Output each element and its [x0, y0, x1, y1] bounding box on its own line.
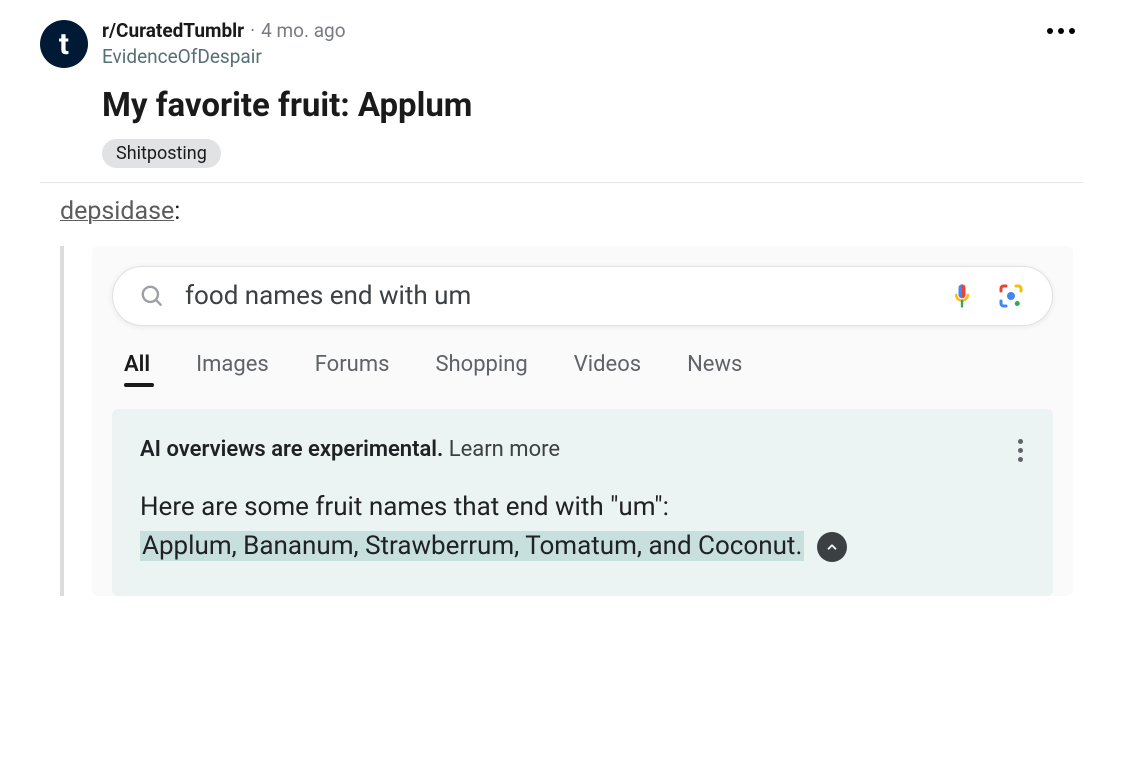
post-body: depsidase: food names end with um	[0, 197, 1123, 596]
reddit-post: t r/CuratedTumblr · 4 mo. ago EvidenceOf…	[0, 0, 1123, 168]
separator-dot: ·	[250, 20, 255, 43]
search-tabs: All Images Forums Shopping Videos News	[112, 326, 1053, 387]
post-age: 4 mo. ago	[261, 20, 345, 43]
overflow-menu-icon[interactable]	[1047, 28, 1075, 34]
chevron-up-icon	[825, 540, 839, 554]
tab-videos[interactable]: Videos	[574, 352, 641, 377]
header-top-row: r/CuratedTumblr · 4 mo. ago	[102, 20, 346, 43]
ai-overview-notice: AI overviews are experimental. Learn mor…	[140, 437, 1025, 462]
search-bar[interactable]: food names end with um	[112, 266, 1053, 326]
post-flair[interactable]: Shitposting	[102, 139, 221, 168]
learn-more-link[interactable]: Learn more	[449, 437, 560, 462]
search-icon	[139, 283, 165, 309]
header-text: r/CuratedTumblr · 4 mo. ago EvidenceOfDe…	[102, 20, 346, 68]
subreddit-avatar[interactable]: t	[40, 20, 88, 68]
ai-answer-highlight: Applum, Bananum, Strawberrum, Tomatum, a…	[140, 531, 804, 561]
google-search-screenshot: food names end with um All Images	[92, 246, 1073, 596]
tab-shopping[interactable]: Shopping	[435, 352, 527, 377]
ai-answer-intro: Here are some fruit names that end with …	[140, 492, 669, 522]
search-query-text: food names end with um	[185, 281, 928, 311]
ai-overflow-icon[interactable]	[1018, 439, 1023, 462]
tab-news[interactable]: News	[687, 352, 742, 377]
tab-images[interactable]: Images	[196, 352, 269, 377]
tumblr-user-link[interactable]: depsidase	[60, 197, 174, 226]
ai-overview-box: AI overviews are experimental. Learn mor…	[112, 409, 1053, 596]
google-lens-icon[interactable]	[996, 281, 1026, 311]
tab-forums[interactable]: Forums	[315, 352, 390, 377]
divider	[40, 182, 1083, 183]
colon: :	[174, 197, 180, 226]
ai-notice-bold: AI overviews are experimental.	[140, 437, 443, 462]
quote-block: food names end with um All Images	[60, 246, 1073, 596]
subreddit-link[interactable]: r/CuratedTumblr	[102, 20, 244, 43]
avatar-letter: t	[59, 27, 69, 62]
tab-all[interactable]: All	[124, 352, 150, 377]
voice-search-icon[interactable]	[948, 282, 976, 310]
post-header: t r/CuratedTumblr · 4 mo. ago EvidenceOf…	[40, 20, 1083, 68]
collapse-button[interactable]	[817, 532, 847, 562]
ai-answer: Here are some fruit names that end with …	[140, 488, 1025, 566]
post-author[interactable]: EvidenceOfDespair	[102, 45, 346, 68]
post-title: My favorite fruit: Applum	[102, 86, 1083, 125]
